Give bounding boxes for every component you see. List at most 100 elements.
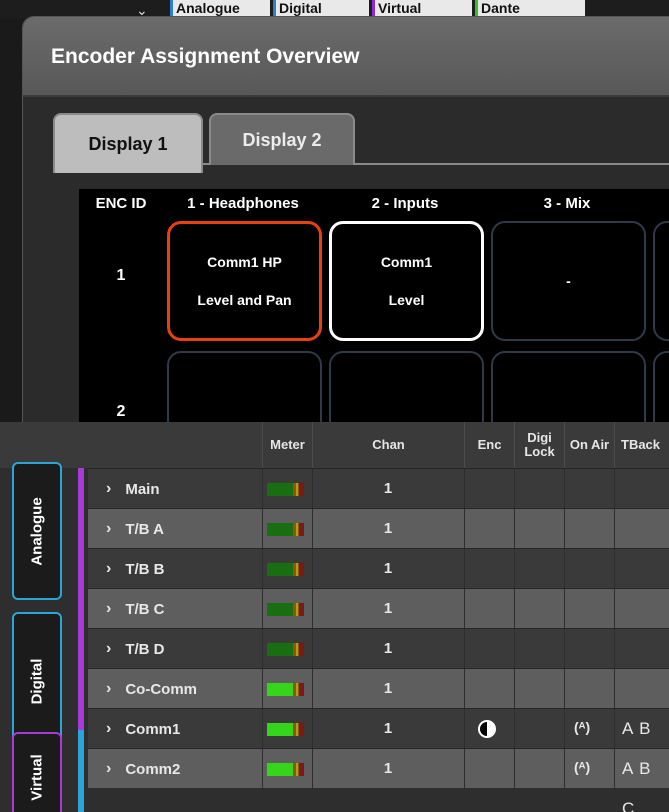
encoder-cell[interactable]: - xyxy=(491,351,646,425)
row-name[interactable]: › T/B A xyxy=(88,509,164,549)
list-item[interactable]: › T/B D1 xyxy=(88,628,669,669)
enc-cell[interactable] xyxy=(464,509,514,549)
digi-lock-cell[interactable] xyxy=(514,589,564,629)
column-header: 1 - Headphones xyxy=(187,195,299,212)
chevron-right-icon[interactable]: › xyxy=(106,480,111,498)
tab-label: Analogue xyxy=(176,0,240,16)
enc-id-header: ENC ID xyxy=(95,195,147,212)
chan-cell xyxy=(312,709,464,749)
tab-label: Virtual xyxy=(378,0,422,16)
on-air-cell[interactable] xyxy=(564,509,614,549)
on-air-cell[interactable] xyxy=(564,629,614,669)
tab-label: Dante xyxy=(481,0,520,16)
channel-list: Meter Chan Enc Digi Lock On Air TBack An… xyxy=(0,422,669,812)
header-digi-lock: Digi Lock xyxy=(514,422,564,468)
cell-line-2: Level and Pan xyxy=(197,292,292,308)
on-air-cell[interactable] xyxy=(564,669,614,709)
tback-cell[interactable] xyxy=(614,629,669,669)
side-tab-label: Virtual xyxy=(28,753,46,801)
chevron-right-icon[interactable]: › xyxy=(106,560,111,578)
row-name[interactable]: › Main xyxy=(88,469,160,509)
digi-lock-cell[interactable] xyxy=(514,469,564,509)
tback-value: A B C xyxy=(622,759,652,812)
dialog-title: Encoder Assignment Overview xyxy=(51,45,360,68)
enc-cell[interactable] xyxy=(464,669,514,709)
chan-cell xyxy=(312,509,464,549)
list-item[interactable]: › T/B C1 xyxy=(88,588,669,629)
header-chan: Chan xyxy=(312,422,464,468)
chevron-right-icon[interactable]: › xyxy=(106,520,111,538)
column-header: 4 xyxy=(649,189,669,219)
side-tab-virtual[interactable]: Virtual xyxy=(12,732,62,812)
tab-display-2[interactable]: Display 2 xyxy=(209,113,355,165)
cell-line-1: Comm1 HP xyxy=(207,254,282,270)
row-name[interactable]: › T/B B xyxy=(88,549,165,589)
side-tab-label: Analogue xyxy=(28,496,46,566)
encoder-cell[interactable]: Comm1 Level xyxy=(329,221,484,341)
enc-row-id: 2 xyxy=(116,403,126,420)
enc-cell[interactable] xyxy=(464,549,514,589)
tback-cell[interactable] xyxy=(614,669,669,709)
list-item[interactable]: › Main 1 xyxy=(88,468,669,509)
side-tab-digital[interactable]: Digital xyxy=(12,612,62,750)
digi-lock-cell[interactable] xyxy=(514,669,564,709)
list-item[interactable]: › Comm2 1 (ᴬ) A B C xyxy=(88,748,669,812)
on-air-cell[interactable] xyxy=(564,469,614,509)
chan-cell xyxy=(312,629,464,669)
channel-name: T/B B xyxy=(125,560,165,578)
chan-cell xyxy=(312,589,464,629)
tab-label: Display 1 xyxy=(88,133,168,154)
encoder-assignment-dialog: Encoder Assignment Overview Display 1 Di… xyxy=(22,16,669,426)
list-item[interactable]: › Co-Comm 1 xyxy=(88,668,669,709)
list-item[interactable]: ›Comm11(ᴬ)A B C xyxy=(88,708,669,778)
enc-cell[interactable] xyxy=(464,589,514,629)
chevron-right-icon[interactable]: › xyxy=(106,760,111,778)
encoder-cell[interactable] xyxy=(653,221,669,341)
dialog-body: Display 1 Display 2 ENC ID 1 - Headphone… xyxy=(23,97,669,425)
encoder-cell[interactable]: - xyxy=(329,351,484,425)
encoder-cell[interactable]: - xyxy=(491,221,646,341)
tback-cell[interactable] xyxy=(614,509,669,549)
row-name[interactable]: › Comm2 xyxy=(88,749,180,789)
row-name[interactable]: › T/B C xyxy=(88,589,165,629)
chevron-right-icon[interactable]: › xyxy=(106,720,111,738)
encoder-cell[interactable]: Comm1 HP Level and Pan xyxy=(167,221,322,341)
digi-lock-cell[interactable] xyxy=(514,549,564,589)
chevron-right-icon[interactable]: › xyxy=(106,640,111,658)
channel-name: T/B A xyxy=(125,520,164,538)
channel-name: Comm1 xyxy=(125,720,181,738)
enc-cell[interactable] xyxy=(464,469,514,509)
on-air-cell[interactable] xyxy=(564,589,614,629)
group-color-stripe xyxy=(78,468,84,730)
row-name[interactable]: › Co-Comm xyxy=(88,669,197,709)
tback-cell[interactable] xyxy=(614,549,669,589)
side-tab-analogue[interactable]: Analogue xyxy=(12,462,62,600)
tback-cell[interactable] xyxy=(614,469,669,509)
row-name[interactable]: › T/B D xyxy=(88,629,165,669)
cell-line-2: Level xyxy=(388,292,425,308)
row-name[interactable]: › Comm1 xyxy=(88,709,180,749)
tback-cell[interactable] xyxy=(614,589,669,629)
cell-line-1: Comm1 xyxy=(380,254,433,270)
chevron-right-icon[interactable]: › xyxy=(106,680,111,698)
encoder-cell[interactable]: - xyxy=(167,351,322,425)
list-item[interactable]: › T/B B1 xyxy=(88,548,669,589)
header-enc: Enc xyxy=(464,422,514,468)
chevron-right-icon[interactable]: › xyxy=(106,600,111,618)
tab-display-1[interactable]: Display 1 xyxy=(53,113,203,173)
channel-name: Co-Comm xyxy=(125,680,197,698)
list-item[interactable]: › T/B A1 xyxy=(88,508,669,549)
tab-label: Digital xyxy=(279,0,322,16)
enc-cell[interactable] xyxy=(464,629,514,669)
digi-lock-cell[interactable] xyxy=(514,629,564,669)
header-meter: Meter xyxy=(262,422,312,468)
chan-cell xyxy=(312,749,464,789)
digi-lock-cell[interactable] xyxy=(514,749,564,789)
cell-line-1: - xyxy=(566,273,571,289)
digi-lock-cell[interactable] xyxy=(514,509,564,549)
digi-lock-cell[interactable] xyxy=(514,709,564,749)
tab-label: Display 2 xyxy=(242,129,322,150)
on-air-cell[interactable] xyxy=(564,549,614,589)
enc-cell[interactable] xyxy=(464,749,514,789)
encoder-cell[interactable] xyxy=(653,351,669,425)
